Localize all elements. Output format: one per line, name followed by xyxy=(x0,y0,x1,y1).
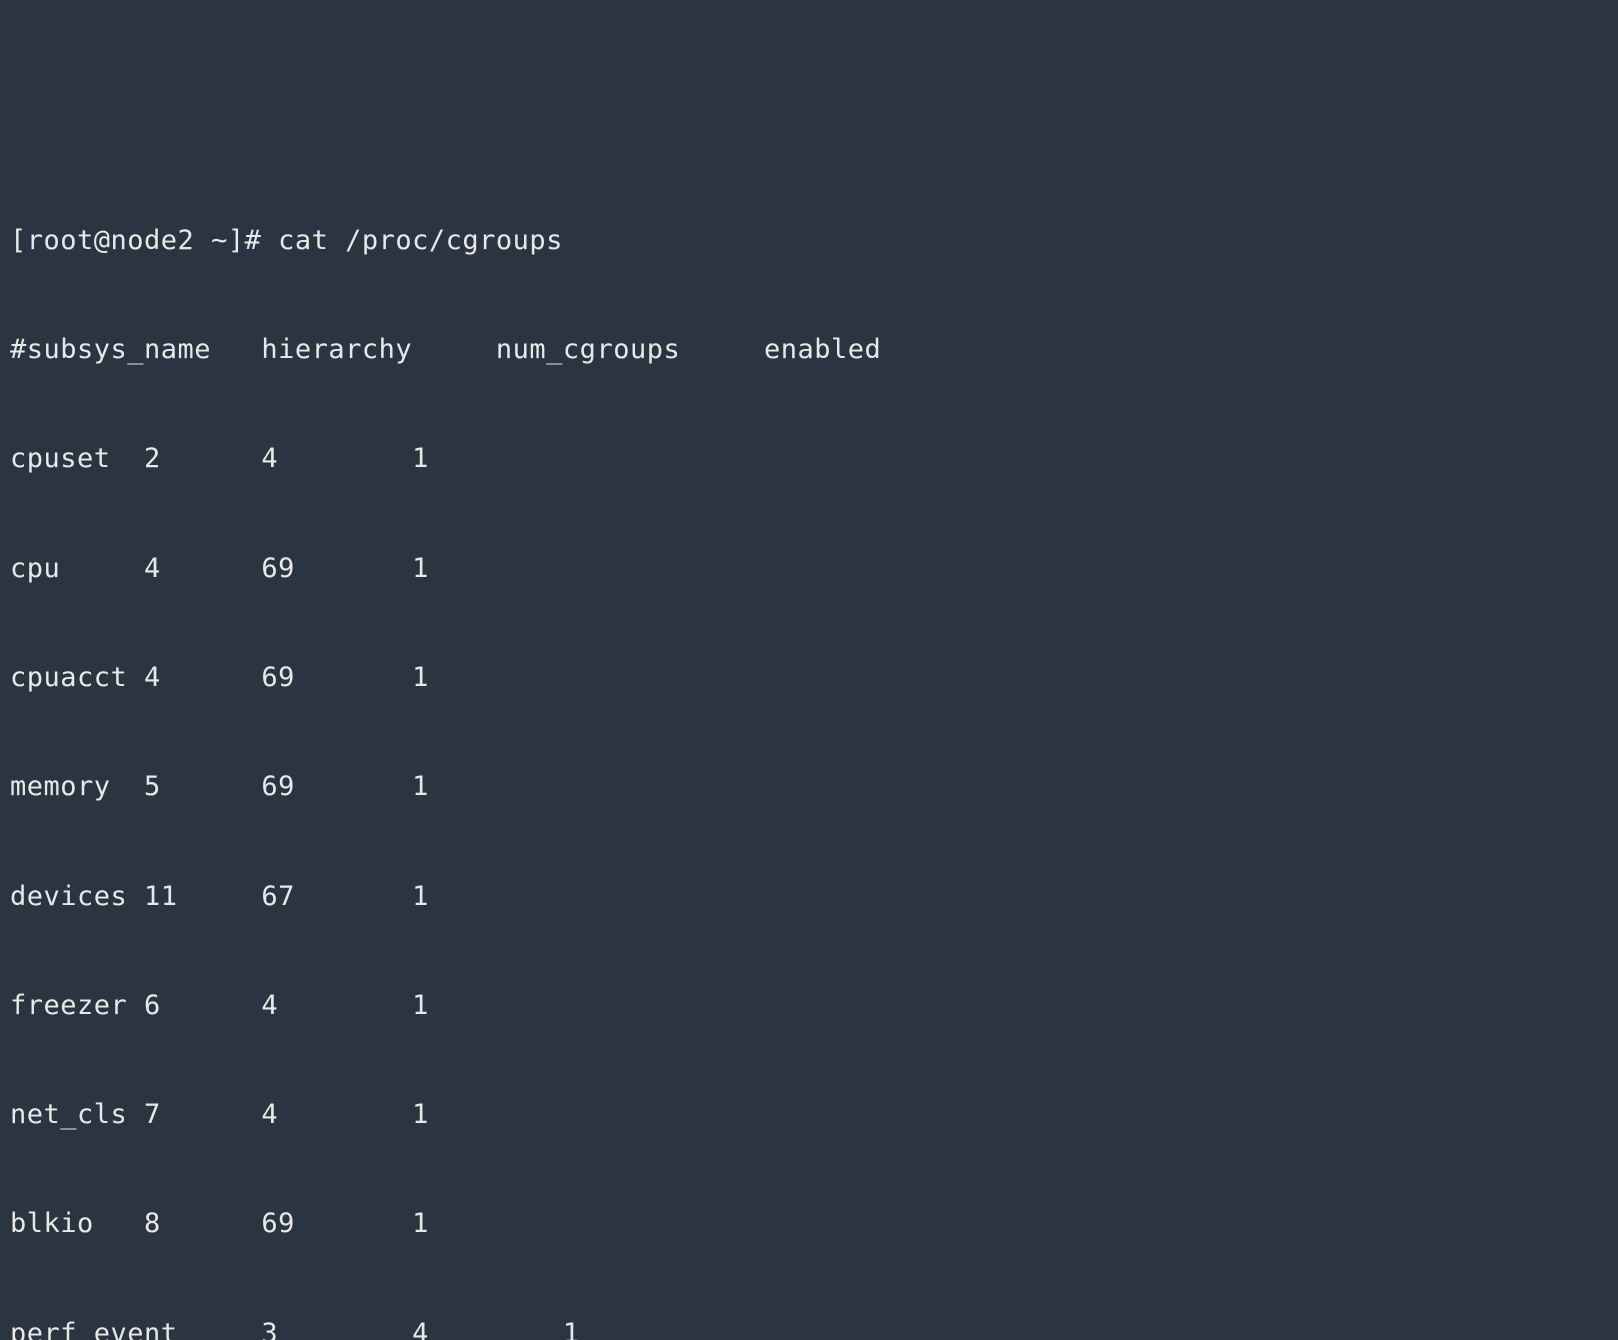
table-row: perf_event 3 4 1 xyxy=(10,1316,1608,1340)
table-row: freezer 6 4 1 xyxy=(10,988,1608,1024)
table-header: #subsys_name hierarchy num_cgroups enabl… xyxy=(10,332,1608,368)
table-row: memory 5 69 1 xyxy=(10,769,1608,805)
table-row: cpu 4 69 1 xyxy=(10,551,1608,587)
command-line: [root@node2 ~]# cat /proc/cgroups xyxy=(10,223,1608,259)
table-row: net_cls 7 4 1 xyxy=(10,1097,1608,1133)
table-row: cpuacct 4 69 1 xyxy=(10,660,1608,696)
table-row: cpuset 2 4 1 xyxy=(10,441,1608,477)
prompt: [root@node2 ~]# xyxy=(10,225,278,256)
command: cat /proc/cgroups xyxy=(278,225,563,256)
table-row: devices 11 67 1 xyxy=(10,879,1608,915)
terminal-output[interactable]: [root@node2 ~]# cat /proc/cgroups #subsy… xyxy=(10,150,1608,1340)
table-row: blkio 8 69 1 xyxy=(10,1206,1608,1242)
